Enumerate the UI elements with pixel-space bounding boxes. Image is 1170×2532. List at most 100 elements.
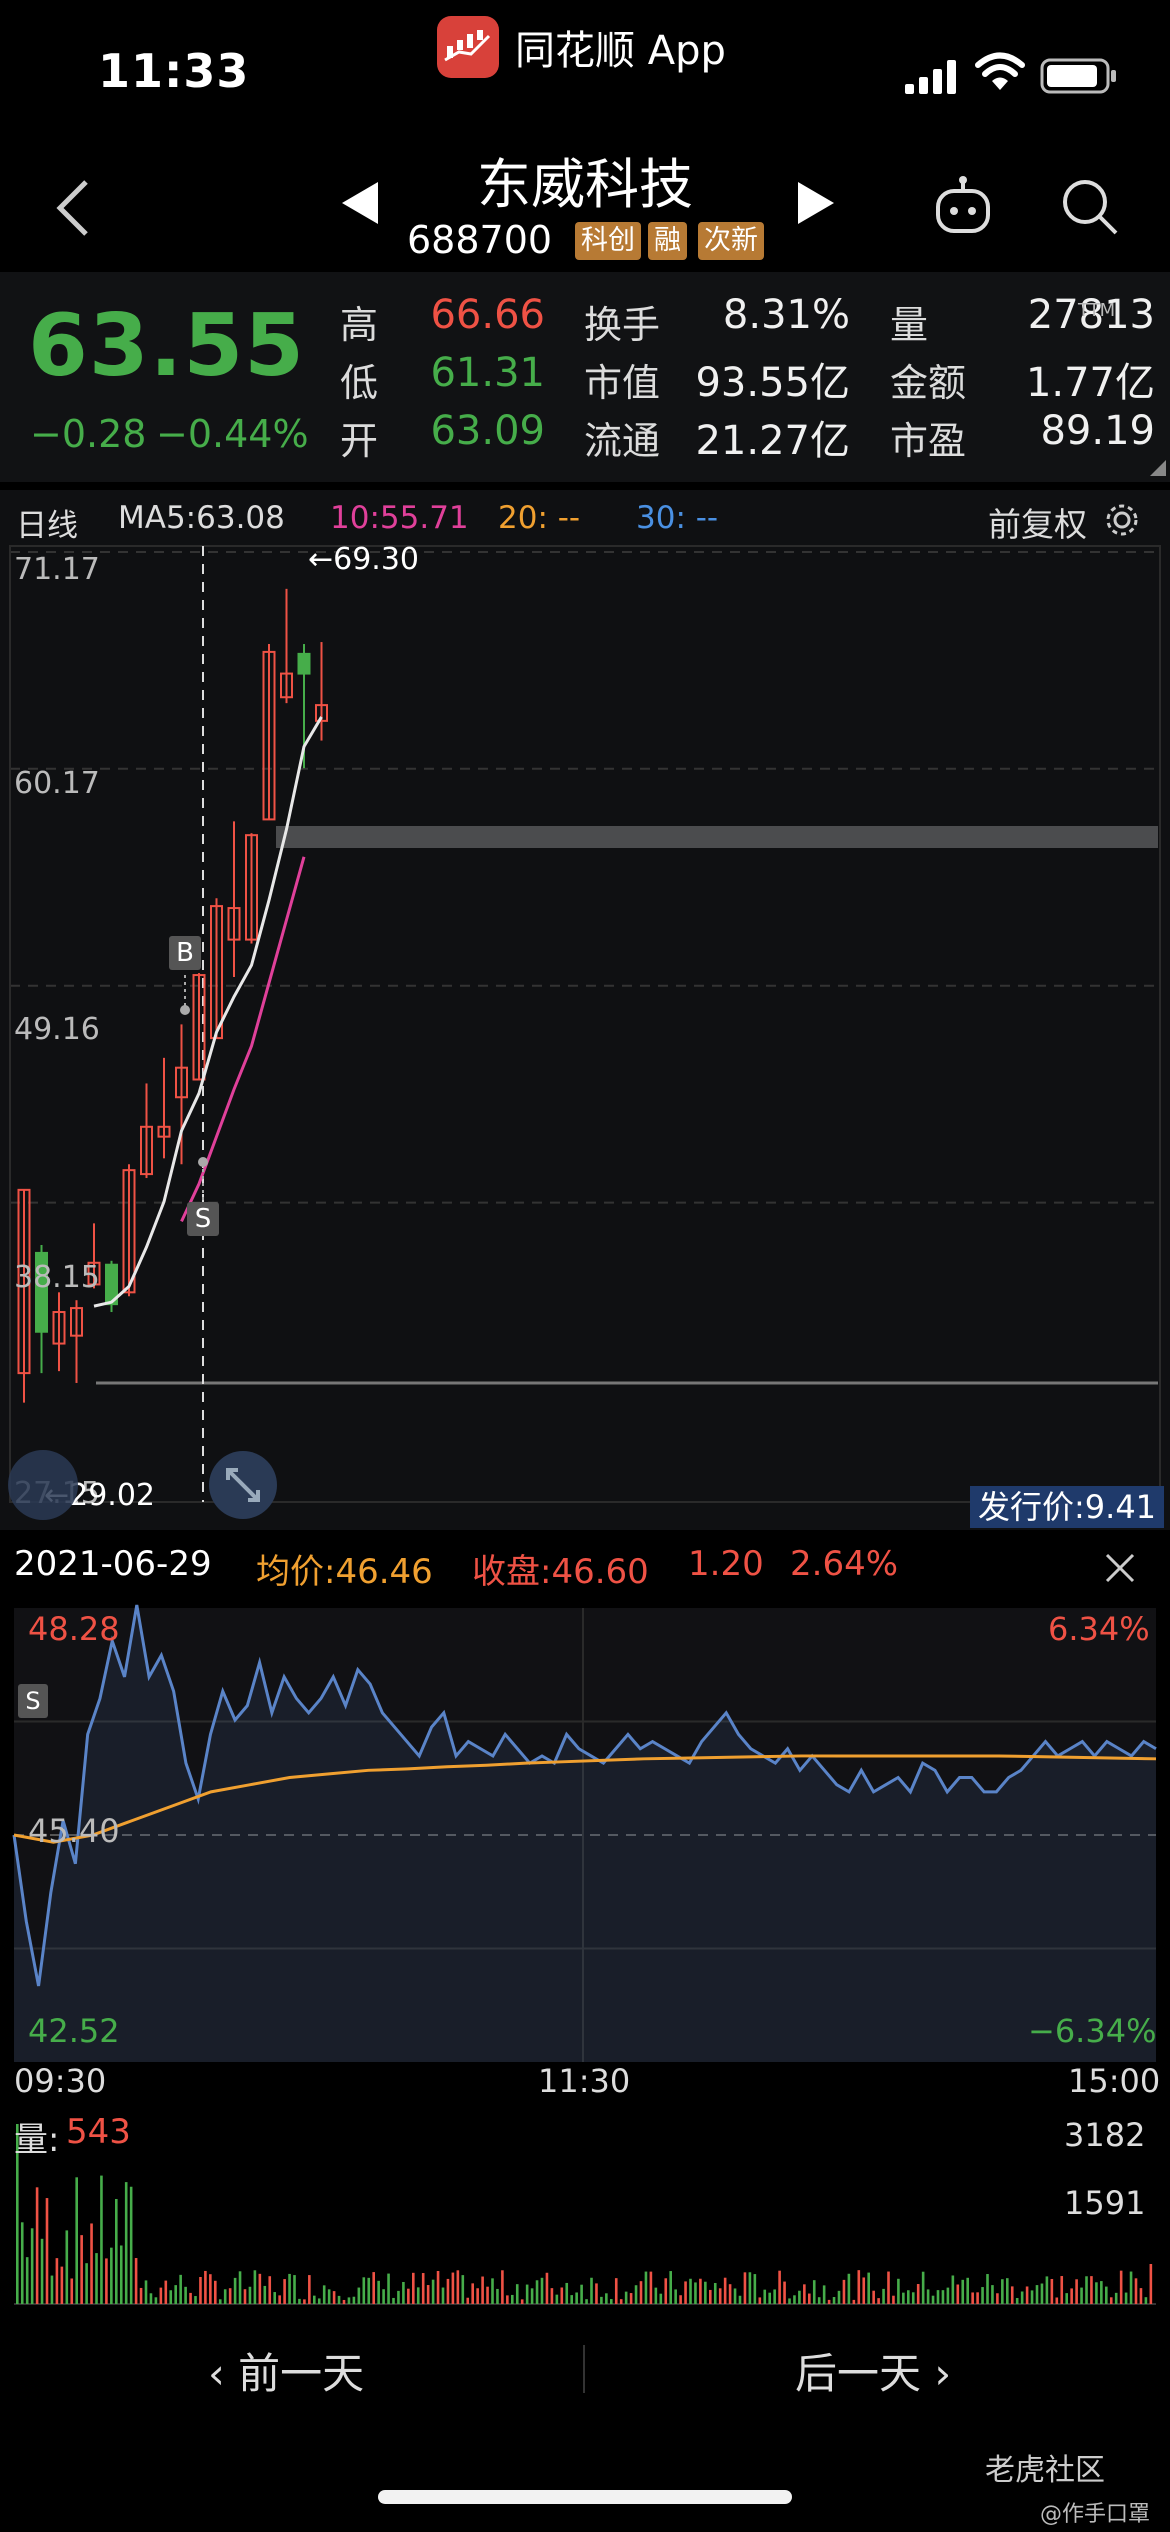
volume-bar [461,2275,465,2304]
volume-bar [288,2273,291,2304]
volume-bar [421,2273,425,2304]
volume-bar [402,2281,405,2304]
price-change-percent: −0.44% [156,412,309,456]
volume-bar [1015,2297,1019,2304]
volume-bar [1129,2271,1133,2304]
volume-bar [441,2287,445,2304]
volume-bar [1119,2270,1123,2304]
volume-bar [852,2299,856,2304]
volume-bar [926,2289,930,2304]
prev-day-button[interactable]: ‹ 前一天 [208,2340,364,2401]
volume-bar [20,2222,24,2304]
intraday-y-mid: 45.40 [28,1812,120,1850]
volume-bar [1095,2282,1098,2304]
volume-bar [303,2299,306,2304]
intraday-sell-marker[interactable]: S [18,1684,48,1718]
volume-bar [981,2287,984,2304]
volume-bar [1035,2285,1039,2304]
volume-bar [471,2283,474,2304]
app-name: 同花顺 App [515,28,726,74]
volume-bar [709,2289,712,2304]
intraday-avg: 均价:46.46 [256,1552,433,1592]
sell-marker[interactable]: S [187,1202,219,1236]
zoom-out-button[interactable] [8,1450,78,1520]
volume-bar [902,2292,905,2304]
y-tick-4: 38.15 [14,1260,100,1295]
volume-bar [743,2272,747,2304]
volume-bar [986,2274,989,2304]
volume-bar [1105,2286,1108,2304]
kline-candle [297,652,311,675]
volume-bar [946,2287,950,2304]
y-tick-3: 49.16 [14,1012,100,1047]
quote-value: 93.55亿 [695,360,850,406]
volume-bar [159,2287,163,2304]
volume-value: 543 [66,2112,131,2152]
settings-gear-icon[interactable] [1104,502,1140,538]
volume-bar [629,2293,633,2304]
volume-bar [530,2288,534,2304]
volume-bar [184,2286,187,2304]
tag-margin: 融 [648,222,687,260]
volume-bar [347,2297,351,2304]
volume-bar [1139,2288,1143,2304]
volume-bar [758,2297,762,2304]
volume-bar [283,2279,286,2304]
chevron-right-icon: › [921,2349,952,2398]
fullscreen-icon[interactable] [208,1450,278,1520]
next-day-button[interactable]: 后一天 › [795,2340,951,2401]
quote-label: 高 [340,303,379,347]
volume-bar [105,2258,108,2304]
time-end: 15:00 [1068,2062,1161,2100]
quote-label: 换手 [584,303,661,347]
app-indicator[interactable]: 同花顺 App [437,16,726,78]
period-label[interactable]: 日线 [16,500,78,545]
volume-bar [1075,2279,1078,2304]
volume-bar [585,2299,588,2304]
volume-bar [436,2270,440,2304]
buy-marker[interactable]: B [169,936,201,970]
volume-bar [1085,2276,1088,2304]
volume-bar [154,2297,158,2304]
volume-bar [466,2297,470,2304]
volume-bar [218,2299,222,2304]
buy-dot [180,1005,190,1015]
volume-bar [1109,2297,1113,2304]
volume-bar [392,2297,395,2304]
kline-frame [9,545,1161,1503]
kline-chart-svg [9,545,1161,1503]
volume-bar [718,2288,722,2304]
volume-bar [451,2272,455,2304]
volume-bar [916,2284,920,2304]
volume-bar [1001,2279,1004,2304]
expand-corner-icon[interactable] [1150,460,1166,476]
volume-bar [1100,2281,1103,2304]
volume-bar [847,2273,851,2304]
volume-bar [619,2299,623,2304]
volume-bar [867,2272,870,2304]
volume-bar [773,2289,776,2304]
home-indicator[interactable] [378,2490,792,2504]
volume-bar [1060,2276,1064,2304]
time-start: 09:30 [14,2062,107,2100]
search-icon[interactable] [1058,175,1120,237]
close-icon[interactable] [1104,1552,1136,1584]
volume-bar [971,2292,974,2304]
intraday-chart-svg [12,1604,1157,2305]
adjust-label[interactable]: 前复权 [988,498,1087,546]
robot-assistant-icon[interactable] [932,175,994,237]
volume-bar [362,2277,366,2304]
volume-bar [1144,2297,1148,2304]
kline-chart[interactable]: 日线 MA5:63.08 10:55.71 20: -- 30: -- 前复权 … [0,490,1170,1530]
volume-bar [293,2275,296,2304]
volume-bar [25,2257,29,2304]
volume-bar [243,2289,247,2304]
current-price: 63.55 [28,296,306,396]
next-day-label: 后一天 [795,2349,922,2398]
intraday-chart[interactable]: 2021-06-29 均价:46.46 收盘:46.60 1.20 2.64% … [0,1532,1170,2322]
volume-bar [842,2279,846,2304]
y-tick-1: 71.17 [14,552,100,587]
volume-bar [337,2295,341,2304]
volume-bar [65,2230,69,2304]
volume-bar [1030,2290,1034,2304]
